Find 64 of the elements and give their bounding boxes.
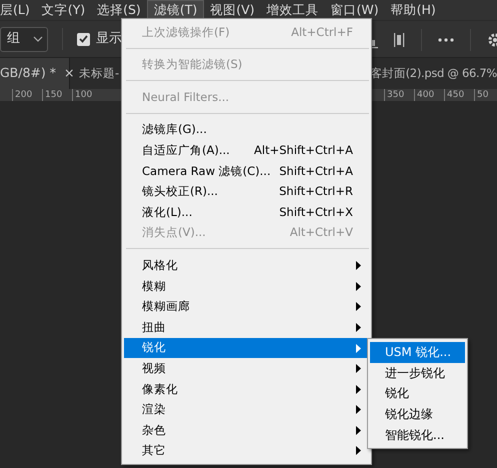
- menu-item[interactable]: 液化(L)... Shift+Ctrl+X: [124, 202, 369, 223]
- menu-item-label: 上次滤镜操作(F): [142, 24, 231, 41]
- menu-item[interactable]: 其它: [124, 440, 369, 462]
- document-tab[interactable]: 客封面(2).psd @ 66.7%: [370, 58, 497, 89]
- menu-bar-item[interactable]: 帮助(H): [384, 0, 442, 20]
- checkbox-label: 显示: [96, 30, 122, 48]
- ruler-label: 200: [12, 89, 32, 101]
- menu-item[interactable]: 模糊: [124, 276, 369, 297]
- menu-item-label: 液化(L)...: [142, 204, 194, 221]
- submenu-item[interactable]: 智能锐化...: [370, 424, 465, 445]
- menu-item-label: 渲染: [142, 401, 167, 418]
- menu-item-label: 模糊画廊: [142, 298, 191, 316]
- menu-item[interactable]: 渲染: [124, 400, 369, 420]
- group-dropdown[interactable]: 组: [0, 26, 48, 52]
- shortcut-label: Shift+Ctrl+R: [279, 183, 353, 200]
- submenu-item[interactable]: 锐化: [370, 383, 465, 404]
- ruler-label: 450: [444, 89, 464, 101]
- menu-item-label: 镜头校正(R)...: [142, 183, 219, 200]
- menu-item[interactable]: 滤镜库(G)...: [124, 120, 369, 140]
- menu-item-label: 像素化: [142, 380, 179, 398]
- menu-item-label: Camera Raw 滤镜(C)...: [142, 162, 272, 180]
- caret-icon[interactable]: [33, 36, 43, 42]
- menu-item-label: 风格化: [142, 257, 179, 274]
- more-icon[interactable]: [438, 37, 454, 43]
- shortcut-label: Shift+Ctrl+A: [279, 162, 353, 180]
- menu-item-label: 自适应广角(A)...: [142, 142, 231, 160]
- menu-item-label: 扭曲: [142, 318, 167, 336]
- shortcut-label: Alt+Ctrl+V: [290, 224, 353, 242]
- menu-item[interactable]: 镜头校正(R)... Shift+Ctrl+R: [124, 182, 369, 202]
- menu-bar-item[interactable]: 层(L): [0, 0, 36, 20]
- submenu-item[interactable]: 锐化边缘: [370, 404, 465, 424]
- menu-item-label: 消失点(V)...: [142, 224, 207, 242]
- ruler-label: 150: [42, 89, 62, 101]
- menu-item-label: 锐化: [142, 339, 167, 356]
- menu-item-label: 视频: [142, 360, 167, 377]
- menu-bar-item[interactable]: 滤镜(T): [146, 0, 204, 20]
- distribute-icon[interactable]: [394, 31, 405, 49]
- checkbox[interactable]: [77, 32, 90, 46]
- menu-item[interactable]: 模糊画廊: [124, 296, 369, 318]
- menu-bar-item[interactable]: 文字(Y): [36, 0, 92, 20]
- menu-bar-item[interactable]: 增效工具: [260, 0, 325, 20]
- menu-item-label: 其它: [142, 442, 167, 460]
- submenu-item[interactable]: 进一步锐化: [370, 362, 465, 384]
- ruler-label: 350: [384, 89, 404, 101]
- menu-bar-item[interactable]: 窗口(W): [324, 0, 385, 20]
- menu-item[interactable]: 风格化: [124, 255, 369, 276]
- shortcut-label: Shift+Ctrl+X: [279, 204, 353, 221]
- ruler-label: 100: [72, 89, 92, 101]
- menu-item[interactable]: 自适应广角(A)... Alt+Shift+Ctrl+A: [124, 140, 369, 161]
- menu-item[interactable]: Camera Raw 滤镜(C)... Shift+Ctrl+A: [124, 160, 369, 182]
- menu-bar-item[interactable]: 视图(V): [204, 0, 261, 20]
- menu-bar-item[interactable]: 选择(S): [91, 0, 147, 20]
- shortcut-label: Alt+Ctrl+F: [291, 24, 353, 41]
- menu-item[interactable]: 杂色: [124, 420, 369, 441]
- submenu-item[interactable]: USM 锐化...: [370, 342, 465, 363]
- menu-item-label: 模糊: [142, 278, 167, 295]
- menu-item[interactable]: 锐化: [124, 338, 369, 358]
- menu-item[interactable]: 视频: [124, 358, 369, 379]
- shortcut-label: Alt+Shift+Ctrl+A: [254, 142, 353, 160]
- menu-item-label: 杂色: [142, 422, 167, 439]
- ruler-label: 400: [414, 89, 434, 101]
- menu-item[interactable]: 扭曲: [124, 317, 369, 338]
- menu-item[interactable]: 像素化: [124, 378, 369, 400]
- ruler-label: 50: [474, 89, 488, 101]
